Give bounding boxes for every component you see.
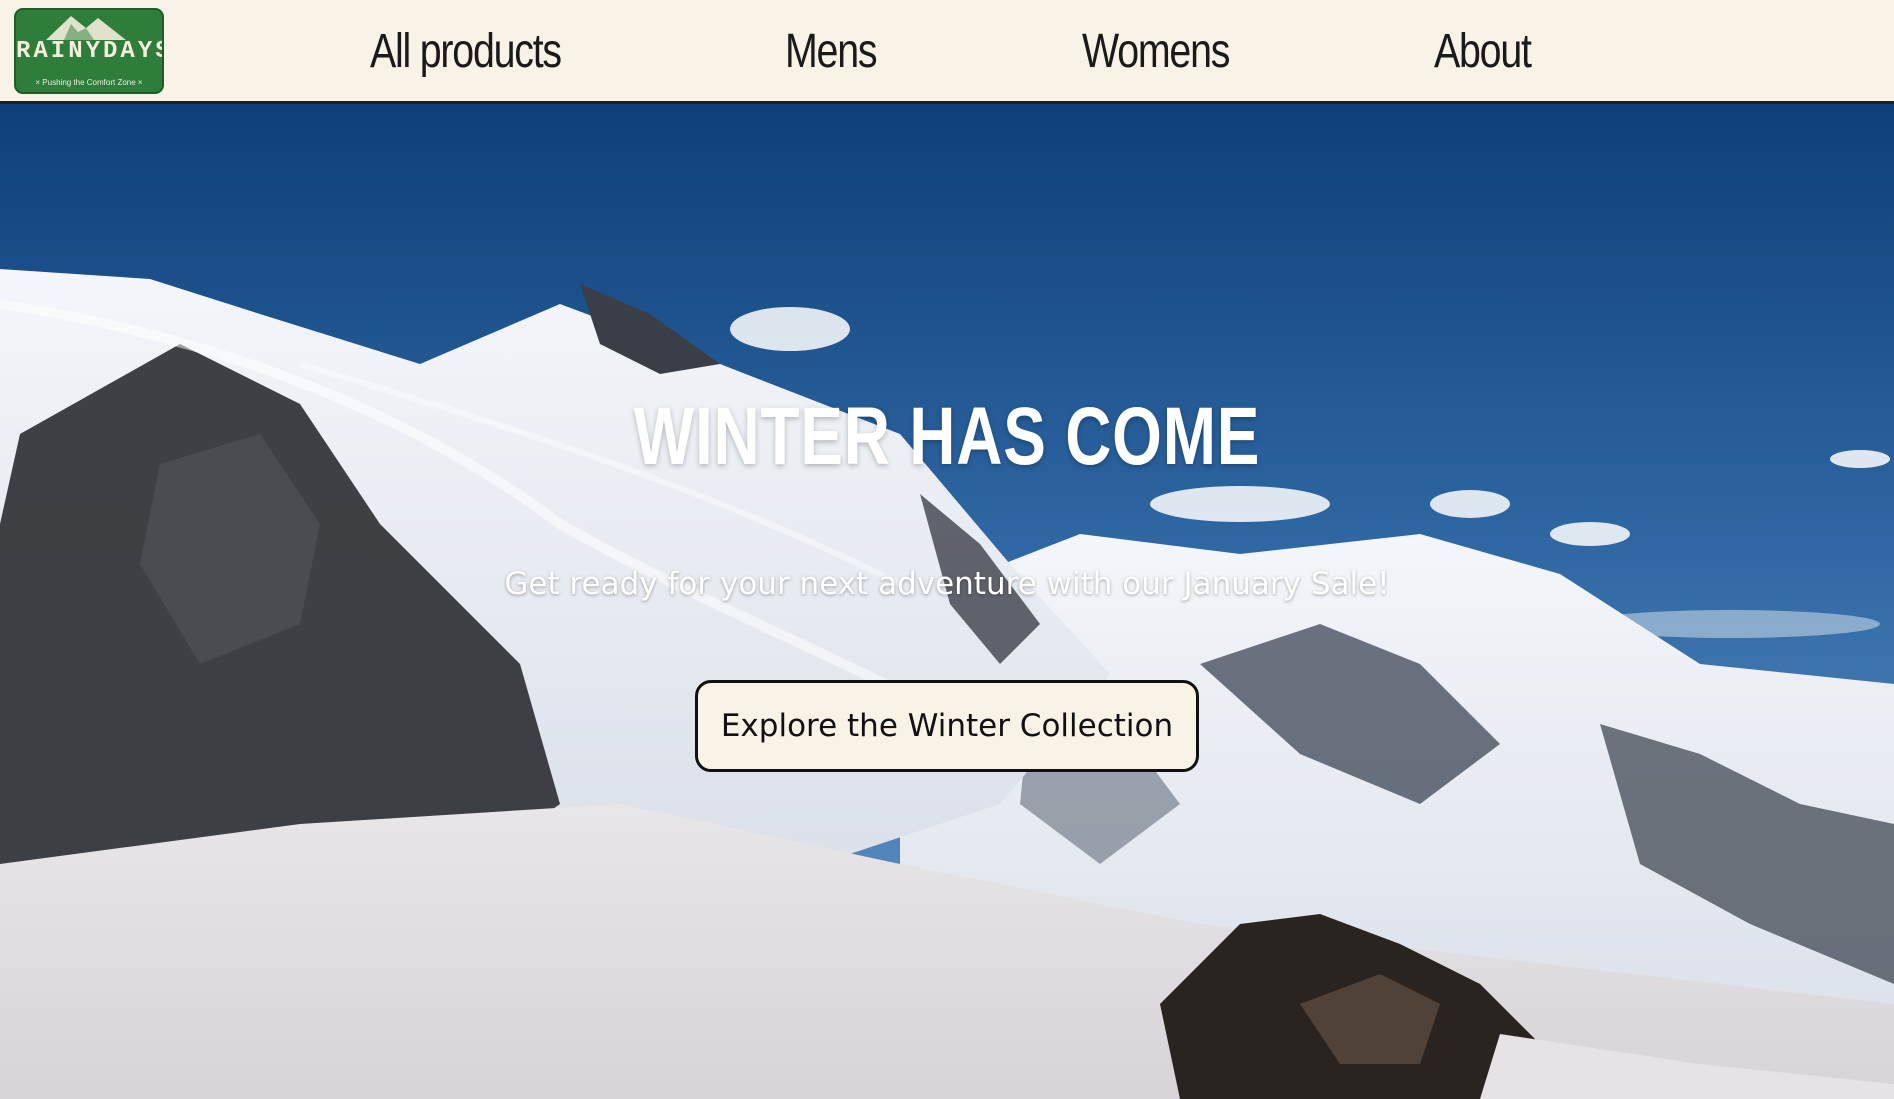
nav-womens[interactable]: Womens: [1082, 22, 1230, 82]
rainydays-logo[interactable]: RAINYDAYS × Pushing the Comfort Zone ×: [14, 8, 164, 94]
nav-all-products[interactable]: All products: [370, 22, 562, 82]
hero-title: WINTER HAS COME: [633, 391, 1261, 482]
site-header: RAINYDAYS × Pushing the Comfort Zone × A…: [0, 0, 1894, 104]
logo-tagline: × Pushing the Comfort Zone ×: [35, 78, 143, 87]
explore-winter-collection-button[interactable]: Explore the Winter Collection: [695, 680, 1199, 772]
logo-wordmark: RAINYDAYS: [16, 38, 164, 65]
nav-mens[interactable]: Mens: [785, 22, 878, 82]
hero-subtitle: Get ready for your next adventure with o…: [504, 566, 1390, 602]
hero-banner: WINTER HAS COME Get ready for your next …: [0, 104, 1894, 1099]
nav-about[interactable]: About: [1434, 22, 1532, 82]
